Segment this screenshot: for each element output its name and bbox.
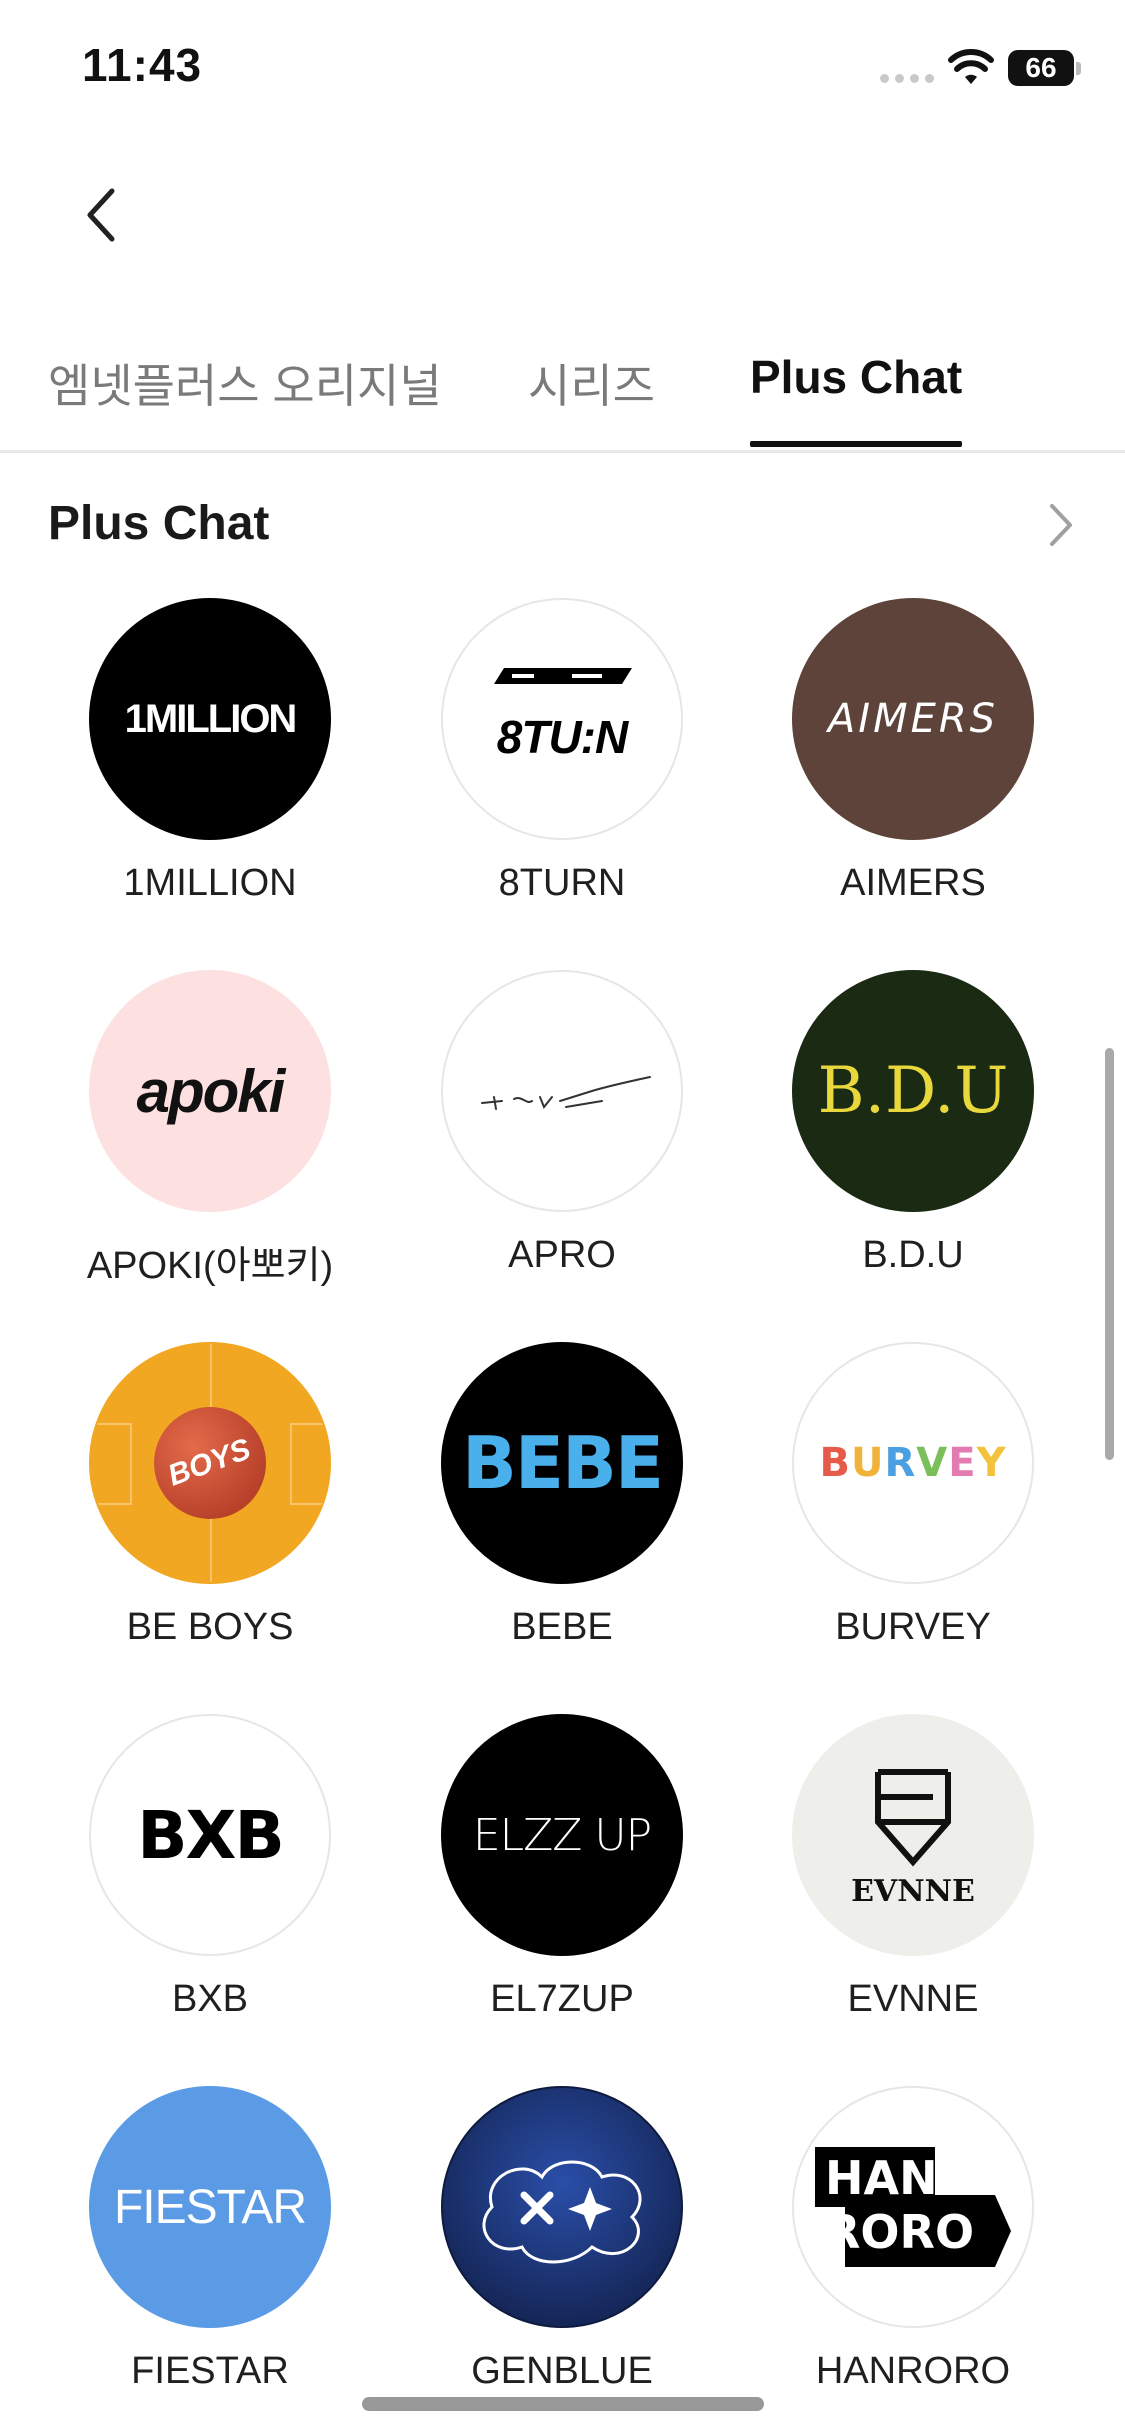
section-more-button[interactable] [1040,498,1080,552]
artist-logo: ELZZ UP [472,1809,652,1861]
artist-logo: 1MILLION [124,696,298,741]
active-tab-indicator [750,441,962,447]
artist-logo: B.D.U [817,1054,1009,1128]
status-time: 11:43 [82,39,203,91]
artist-name: BEBE [511,1606,613,1648]
artist-logo: 8TU:N [496,711,628,763]
tab-plus-chat[interactable]: Plus Chat [750,350,962,404]
wifi-icon [948,49,994,84]
artist-logo: AIMERS [827,696,999,742]
artist-logo: BOYS [164,1432,256,1493]
scrollbar[interactable] [1105,1048,1114,1460]
artist-item[interactable]: BXB BXB [30,1714,390,2021]
signature-logo [481,1076,651,1110]
artist-logo: FIESTAR [113,2180,307,2234]
artist-item[interactable]: FIESTAR FIESTAR [30,2086,390,2393]
artist-item[interactable]: apoki APOKI(아뽀키) [30,970,390,1289]
artist-name: APOKI(아뽀키) [86,1245,334,1287]
artist-avatar: BXB [89,1714,331,1956]
section-title: Plus Chat [48,497,270,550]
battery-tip [1076,62,1081,75]
artist-item[interactable]: BEBE BEBE [382,1342,742,1649]
tab-series[interactable]: 시리즈 [528,350,655,416]
artist-avatar: BOYS [89,1342,331,1584]
artist-item[interactable]: AIMERS AIMERS [733,598,1093,905]
chevron-right-icon [1050,504,1072,546]
battery-icon: 66 [1008,50,1074,86]
artist-logo: BXB [137,1796,284,1874]
artist-avatar: AIMERS [792,598,1034,840]
artist-avatar [441,2086,683,2328]
artist-item[interactable]: ELZZ UP EL7ZUP [382,1714,742,2021]
artist-avatar: EVNNE [792,1714,1034,1956]
chevron-left-icon [87,188,115,242]
home-indicator [362,2397,764,2411]
artist-avatar: B.D.U [792,970,1034,1212]
artist-logo: apoki [136,1057,286,1125]
artist-item[interactable]: 1MILLION 1MILLION [30,598,390,905]
artist-item[interactable]: APRO [382,970,742,1277]
artist-name: APRO [508,1234,616,1276]
artist-avatar: ELZZ UP [441,1714,683,1956]
artist-item[interactable]: 8TU:N 8TURN [382,598,742,905]
status-bar: 11:43 66 [0,0,1125,140]
artist-name: FIESTAR [131,2350,289,2392]
artist-avatar: HAN RORO [792,2086,1034,2328]
artist-item[interactable]: GENBLUE [382,2086,742,2393]
artist-logo: BURVEY [819,1440,1007,1486]
evnne-emblem [875,1768,951,1867]
artist-avatar: 1MILLION [89,598,331,840]
genblue-emblem [482,2160,642,2264]
artist-name: BE BOYS [126,1606,294,1648]
artist-logo: EVNNE [851,1873,975,1909]
artist-name: HANRORO [815,2350,1011,2392]
artist-name: EVNNE [847,1978,979,2020]
artist-avatar: FIESTAR [89,2086,331,2328]
artist-name: B.D.U [862,1234,964,1276]
artist-avatar: apoki [89,970,331,1212]
artist-avatar: BEBE [441,1342,683,1584]
artist-name: 8TURN [498,862,626,904]
artist-item[interactable]: HAN RORO HANRORO [733,2086,1093,2393]
artist-name: EL7ZUP [490,1978,634,2020]
artist-item[interactable]: B.D.U B.D.U [733,970,1093,1277]
artist-item[interactable]: BURVEY BURVEY [733,1342,1093,1649]
artist-avatar: 8TU:N [441,598,683,840]
artist-avatar [441,970,683,1212]
artist-name: BURVEY [835,1606,991,1648]
back-button[interactable] [70,180,130,250]
artist-item[interactable]: EVNNE EVNNE [733,1714,1093,2021]
artist-name: AIMERS [840,862,986,904]
artist-name: GENBLUE [471,2350,653,2392]
artist-avatar: BURVEY [792,1342,1034,1584]
basketball-icon: BOYS [154,1407,266,1519]
artist-name: 1MILLION [123,862,297,904]
hanroro-logo-box: HAN RORO [815,2147,1011,2267]
cellular-signal-icon [880,74,934,83]
artist-item[interactable]: BOYS BE BOYS [30,1342,390,1649]
artist-name: BXB [171,1978,249,2020]
tab-mnetplus-original[interactable]: 엠넷플러스 오리지널 [48,350,442,416]
tab-bar: 엠넷플러스 오리지널 시리즈 Plus Chat [0,330,1125,453]
artist-logo: BEBE [461,1421,664,1505]
artist-logo: HAN RORO [825,2151,975,2259]
